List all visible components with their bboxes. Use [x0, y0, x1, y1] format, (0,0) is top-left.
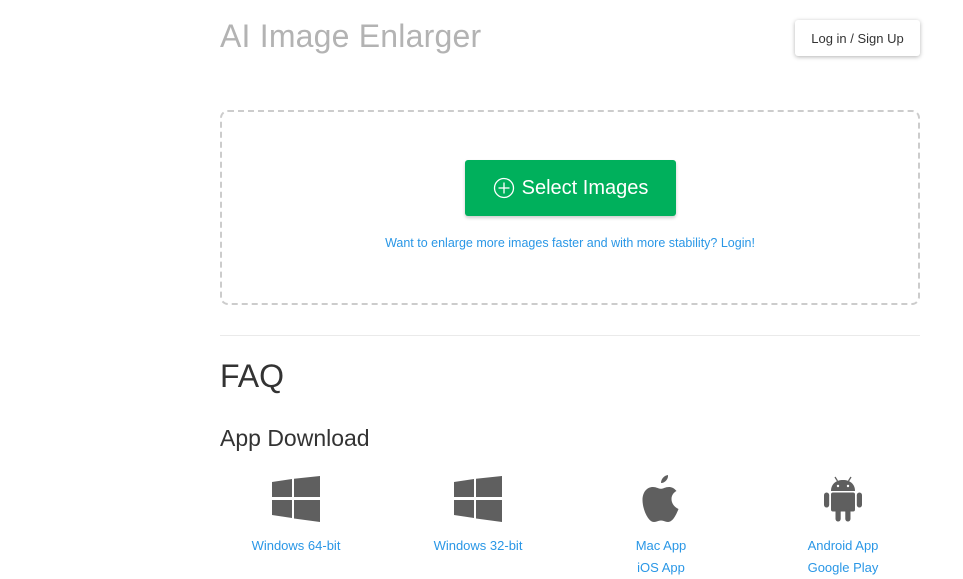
- login-hint-link[interactable]: Want to enlarge more images faster and w…: [222, 236, 918, 250]
- app-item-mac-ios: Mac App iOS App: [570, 474, 752, 579]
- windows-32-link[interactable]: Windows 32-bit: [387, 535, 569, 557]
- app-download-heading: App Download: [220, 425, 370, 451]
- image-dropzone[interactable]: Select Images Want to enlarge more image…: [220, 110, 920, 305]
- app-download-list: Windows 64-bit Windows 32-bit Mac App iO…: [205, 474, 935, 575]
- select-images-label: Select Images: [521, 176, 649, 199]
- section-divider: [220, 335, 920, 336]
- page-title: AI Image Enlarger: [220, 18, 482, 54]
- app-item-windows-64: Windows 64-bit: [205, 474, 387, 557]
- windows-64-link[interactable]: Windows 64-bit: [205, 535, 387, 557]
- apple-icon[interactable]: [641, 475, 681, 523]
- windows-icon[interactable]: [454, 476, 502, 522]
- select-images-button[interactable]: Select Images: [465, 160, 676, 216]
- android-icon[interactable]: [823, 476, 863, 522]
- windows-icon[interactable]: [272, 476, 320, 522]
- plus-circle-icon: [493, 177, 514, 199]
- app-item-windows-32: Windows 32-bit: [387, 474, 569, 557]
- ios-app-link[interactable]: iOS App: [570, 557, 752, 579]
- login-signup-button[interactable]: Log in / Sign Up: [795, 20, 920, 56]
- mac-app-link[interactable]: Mac App: [570, 535, 752, 557]
- app-item-android: Android App Google Play: [752, 474, 934, 579]
- google-play-link[interactable]: Google Play: [752, 557, 934, 579]
- android-app-link[interactable]: Android App: [752, 535, 934, 557]
- faq-heading: FAQ: [220, 358, 285, 394]
